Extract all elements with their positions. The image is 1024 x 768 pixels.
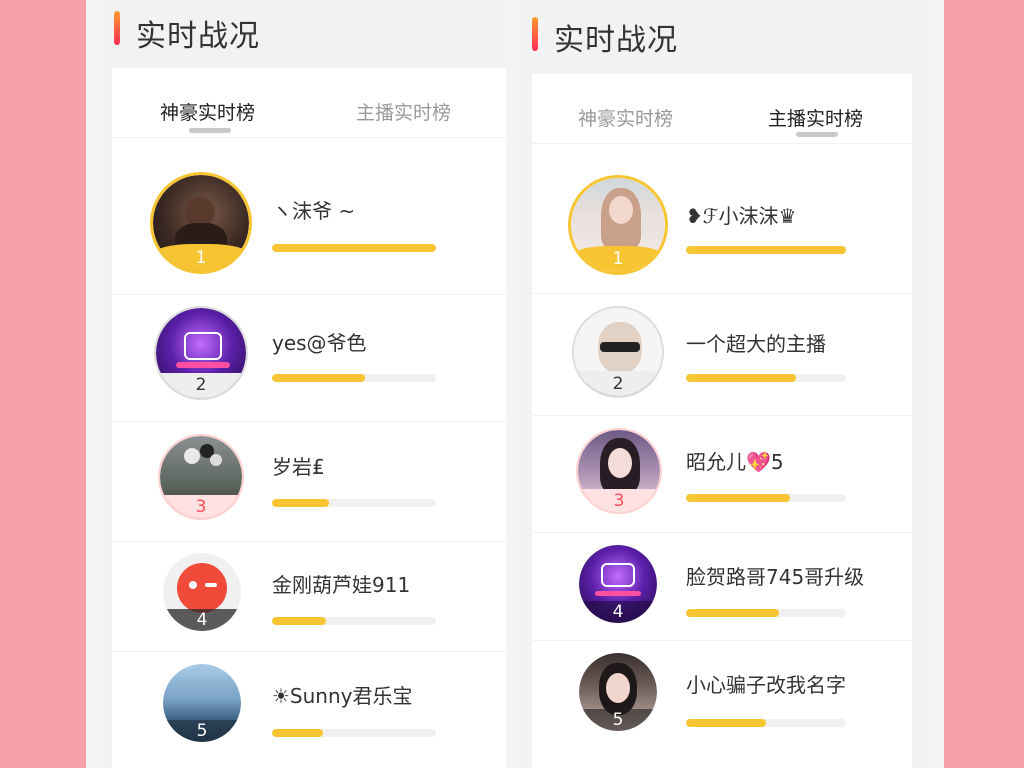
contribution-bar-fill — [686, 719, 766, 727]
user-name: ☀Sunny君乐宝 — [272, 684, 413, 708]
contribution-bar — [272, 617, 436, 625]
accent-bar — [114, 11, 120, 45]
user-name: ❥ℱ小沫沫♛ — [686, 204, 797, 228]
rank-badge: 4 — [579, 601, 657, 623]
contribution-bar — [686, 494, 846, 502]
tab-streamer-ranking[interactable]: 主播实时榜 — [768, 104, 863, 131]
ranking-row-4[interactable]: 4 金刚葫芦娃911 — [112, 542, 506, 652]
section-header: 实时战况 — [522, 0, 926, 68]
contribution-bar — [686, 246, 846, 254]
avatar: 1 — [150, 172, 252, 274]
avatar: 1 — [568, 175, 668, 275]
leaderboard-panel-right: 实时战况 神豪实时榜 主播实时榜 1 ❥ℱ小沫沫♛ 2 一个超大的主播 3 昭允… — [522, 0, 926, 768]
ranking-row-3[interactable]: 3 昭允儿💖5 — [532, 416, 912, 533]
ranking-row-1[interactable]: 1 ❥ℱ小沫沫♛ — [532, 144, 912, 294]
contribution-bar-fill — [686, 609, 779, 617]
user-name: yes@爷色 — [272, 331, 367, 355]
tab-tycoon-ranking[interactable]: 神豪实时榜 — [160, 98, 255, 125]
contribution-bar — [686, 374, 846, 382]
ranking-row-1[interactable]: 1 ヽ沫爷 ~ — [112, 139, 506, 295]
contribution-bar-fill — [686, 494, 790, 502]
avatar: 5 — [163, 664, 241, 742]
contribution-bar-fill — [272, 617, 327, 625]
tab-bar: 神豪实时榜 主播实时榜 — [532, 74, 912, 144]
user-name: 脸贺路哥745哥升级 — [686, 565, 865, 589]
avatar: 4 — [579, 545, 657, 623]
contribution-bar-fill — [272, 729, 323, 737]
section-header: 实时战况 — [104, 0, 506, 68]
rank-badge: 5 — [163, 720, 241, 742]
user-name: 岁岩₤ — [272, 455, 325, 479]
active-tab-indicator — [796, 132, 838, 137]
contribution-bar-fill — [272, 244, 436, 252]
user-name: 昭允儿💖5 — [686, 450, 784, 474]
tab-tycoon-ranking[interactable]: 神豪实时榜 — [578, 104, 673, 131]
rank-badge: 3 — [160, 495, 242, 518]
section-title: 实时战况 — [136, 19, 260, 54]
ranking-row-3[interactable]: 3 岁岩₤ — [112, 422, 506, 542]
contribution-bar — [272, 244, 436, 252]
ranking-card: 神豪实时榜 主播实时榜 1 ヽ沫爷 ~ 2 yes@爷色 3 岁岩₤ 4 金刚葫… — [112, 68, 506, 768]
contribution-bar-fill — [272, 499, 330, 507]
rank-badge: 2 — [156, 372, 246, 398]
ranking-row-5[interactable]: 5 ☀Sunny君乐宝 — [112, 652, 506, 768]
ranking-row-4[interactable]: 4 脸贺路哥745哥升级 — [532, 533, 912, 641]
rank-badge: 1 — [153, 244, 249, 271]
ranking-card: 神豪实时榜 主播实时榜 1 ❥ℱ小沫沫♛ 2 一个超大的主播 3 昭允儿💖5 4… — [532, 74, 912, 768]
avatar: 2 — [154, 306, 248, 400]
section-title: 实时战况 — [554, 23, 678, 58]
contribution-bar — [686, 719, 846, 727]
contribution-bar — [272, 499, 436, 507]
avatar: 3 — [576, 428, 662, 514]
contribution-bar — [686, 609, 846, 617]
ranking-row-2[interactable]: 2 一个超大的主播 — [532, 294, 912, 416]
user-name: 小心骗子改我名字 — [686, 673, 846, 697]
avatar: 3 — [158, 434, 244, 520]
contribution-bar-fill — [686, 374, 797, 382]
contribution-bar — [272, 729, 436, 737]
avatar: 4 — [163, 553, 241, 631]
avatar: 5 — [579, 653, 657, 731]
tab-bar: 神豪实时榜 主播实时榜 — [112, 68, 506, 138]
rank-badge: 4 — [163, 609, 241, 631]
ranking-row-5[interactable]: 5 小心骗子改我名字 — [532, 641, 912, 768]
ranking-row-2[interactable]: 2 yes@爷色 — [112, 295, 506, 422]
rank-badge: 1 — [571, 245, 665, 272]
rank-badge: 2 — [574, 371, 662, 396]
contribution-bar-fill — [272, 374, 366, 382]
avatar: 2 — [572, 306, 664, 398]
rank-badge: 5 — [579, 709, 657, 731]
active-tab-indicator — [189, 128, 231, 133]
leaderboard-panel-left: 实时战况 神豪实时榜 主播实时榜 1 ヽ沫爷 ~ 2 yes@爷色 3 岁岩₤ … — [104, 0, 506, 768]
user-name: 一个超大的主播 — [686, 332, 826, 356]
tab-streamer-ranking[interactable]: 主播实时榜 — [356, 98, 451, 125]
contribution-bar — [272, 374, 436, 382]
user-name: 金刚葫芦娃911 — [272, 573, 411, 597]
rank-badge: 3 — [578, 489, 660, 512]
contribution-bar-fill — [686, 246, 846, 254]
user-name: ヽ沫爷 ~ — [272, 199, 356, 223]
accent-bar — [532, 17, 538, 51]
